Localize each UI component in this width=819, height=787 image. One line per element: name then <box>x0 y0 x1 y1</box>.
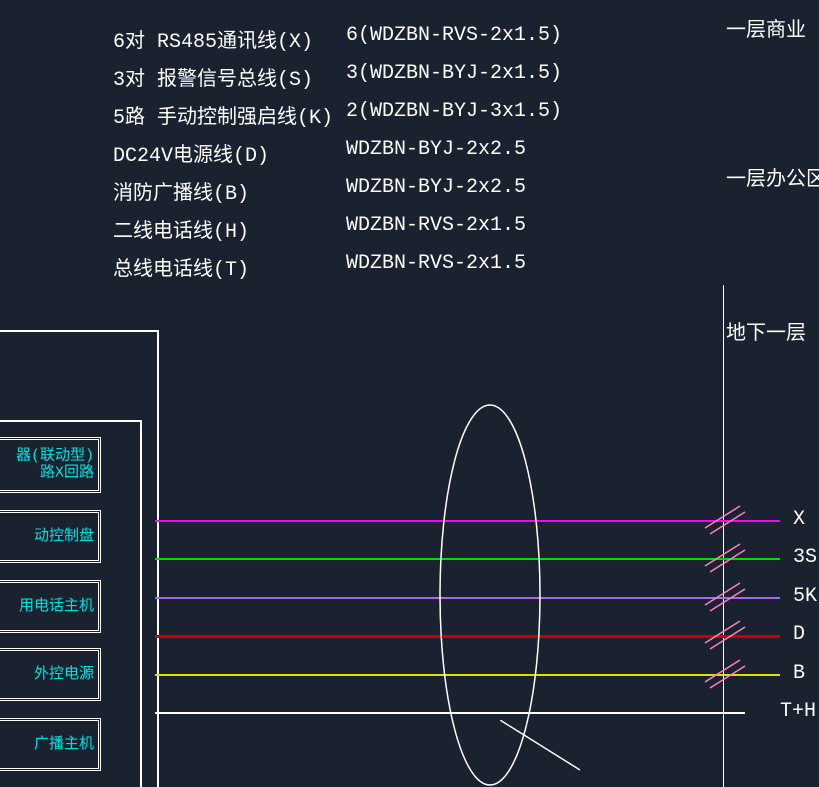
panel-item-label: 器(联动型) 路X回路 <box>16 449 94 482</box>
bus-line-b <box>155 674 780 676</box>
floor-label-2: 一层办公区 <box>726 162 819 192</box>
table-row-right-5: WDZBN-RVS-2x1.5 <box>346 214 526 237</box>
table-row-right-3: WDZBN-BYJ-2x2.5 <box>346 138 526 161</box>
panel-item-2: 用电话主机 <box>0 580 101 633</box>
junction-hatch <box>700 500 760 730</box>
bus-line-d <box>155 635 780 638</box>
panel-item-label: 用电话主机 <box>19 598 94 615</box>
floor-label-3: 地下一层 <box>726 316 806 346</box>
table-row-left-2: 5路 手动控制强启线(K) <box>113 100 333 130</box>
bundle-ellipse <box>430 400 550 787</box>
bus-line-5k <box>155 597 780 599</box>
leader-line <box>500 720 590 780</box>
bus-line-3s <box>155 558 780 560</box>
table-row-left-0: 6对 RS485通讯线(X) <box>113 24 313 54</box>
panel-item-label: 外控电源 <box>34 666 94 683</box>
bus-label-x: X <box>793 508 805 531</box>
table-row-left-5: 二线电话线(H) <box>113 214 249 244</box>
table-row-left-1: 3对 报警信号总线(S) <box>113 62 313 92</box>
table-row-left-6: 总线电话线(T) <box>113 252 249 282</box>
table-row-right-4: WDZBN-BYJ-2x2.5 <box>346 176 526 199</box>
table-row-left-4: 消防广播线(B) <box>113 176 249 206</box>
bus-label-th: T+H <box>780 700 816 723</box>
panel-item-label: 动控制盘 <box>34 528 94 545</box>
table-row-left-3: DC24V电源线(D) <box>113 138 269 168</box>
bus-line-x <box>155 520 780 522</box>
table-row-right-1: 3(WDZBN-BYJ-2x1.5) <box>346 62 562 85</box>
table-row-right-2: 2(WDZBN-BYJ-3x1.5) <box>346 100 562 123</box>
table-row-right-0: 6(WDZBN-RVS-2x1.5) <box>346 24 562 47</box>
panel-item-1: 动控制盘 <box>0 510 101 563</box>
table-row-right-6: WDZBN-RVS-2x1.5 <box>346 252 526 275</box>
bus-line-th <box>155 712 745 714</box>
panel-item-label: 广播主机 <box>34 736 94 753</box>
bus-label-d: D <box>793 623 805 646</box>
panel-item-0: 器(联动型) 路X回路 <box>0 437 101 493</box>
panel-item-3: 外控电源 <box>0 648 101 701</box>
panel-item-4: 广播主机 <box>0 718 101 771</box>
bus-label-b: B <box>793 662 805 685</box>
floor-label-1: 一层商业 <box>726 13 806 43</box>
bus-label-5k: 5K <box>793 585 817 608</box>
bus-label-3s: 3S <box>793 546 817 569</box>
